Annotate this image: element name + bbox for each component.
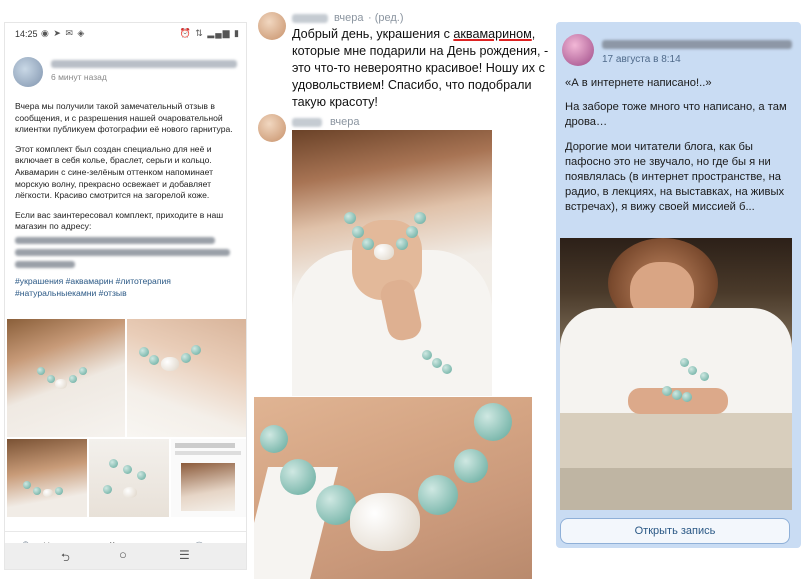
blog-post-panel: 17 августа в 8:14 «А в интернете написан… (556, 22, 801, 548)
post-time: 17 августа в 8:14 (602, 54, 681, 65)
post-paragraph-text: Если вас заинтересовал комплект, приходи… (15, 209, 224, 232)
post-paragraph: «А в интернете написано!..» (565, 77, 712, 89)
hashtag-links[interactable]: #украшения #аквамарин #литотерапия #нату… (15, 276, 241, 299)
post-body: «А в интернете написано!..» На заборе то… (565, 76, 797, 225)
photo-thumbnail[interactable] (127, 319, 246, 437)
highlighted-word: аквамарином (453, 27, 532, 41)
avatar[interactable] (13, 57, 43, 87)
post-paragraph: Если вас заинтересовал комплект, приходи… (15, 210, 241, 268)
address-blurred (15, 248, 230, 256)
photo-thumbnail[interactable] (171, 439, 246, 517)
recents-icon[interactable]: ☰ (179, 548, 190, 562)
status-bar: 14:25 ◉ ➤ ✉ ◈ ⏰ ⇅ ▂▄▆ ▮ (5, 23, 246, 45)
avatar[interactable] (562, 34, 594, 66)
avatar[interactable] (258, 114, 286, 142)
phone-post-panel: 14:25 ◉ ➤ ✉ ◈ ⏰ ⇅ ▂▄▆ ▮ 6 минут назад Вч… (4, 22, 247, 570)
post-paragraph: На заборе тоже много что написано, а там… (565, 101, 787, 129)
android-nav-bar: ⮌ ○ ☰ (5, 543, 246, 569)
comment-text: Добрый день, украшения с аквамарином, ко… (292, 26, 554, 111)
post-paragraph: Дорогие мои читатели блога, как бы пафос… (565, 140, 785, 214)
comment-time: вчера (330, 116, 360, 128)
post-paragraph: Вчера мы получили такой замечательный от… (15, 101, 233, 135)
open-post-button[interactable]: Открыть запись (560, 518, 790, 544)
commenter-name-blurred[interactable] (292, 14, 328, 23)
commenter-name-blurred[interactable] (292, 118, 322, 127)
author-name-blurred[interactable] (602, 40, 792, 49)
photo-thumbnail[interactable] (89, 439, 169, 517)
author-name-blurred[interactable] (51, 60, 237, 68)
photo-grid (7, 319, 246, 519)
system-icons: ⏰ ⇅ ▂▄▆ ▮ (179, 28, 240, 38)
post-header: 6 минут назад (13, 57, 241, 91)
status-time: 14:25 (15, 29, 38, 39)
post-paragraph: Этот комплект был создан специально для … (15, 143, 214, 201)
home-icon[interactable]: ○ (119, 547, 127, 562)
back-icon[interactable]: ⮌ (61, 549, 70, 568)
comment-time: вчера (334, 12, 364, 24)
edited-label: · (ред.) (368, 12, 404, 24)
comment-text-part: Добрый день, украшения с (292, 27, 454, 41)
photo-thumbnail[interactable] (7, 319, 125, 437)
post-time: 6 минут назад (51, 72, 107, 82)
photo-thumbnail[interactable] (7, 439, 87, 517)
notification-icons: ◉ ➤ ✉ ◈ (41, 28, 86, 38)
comment-photo[interactable] (292, 130, 492, 396)
avatar[interactable] (258, 12, 286, 40)
necklace-closeup-photo[interactable] (254, 397, 532, 579)
post-body: Вчера мы получили такой замечательный от… (15, 101, 241, 307)
address-blurred (15, 260, 75, 268)
address-blurred (15, 236, 215, 244)
post-photo[interactable] (560, 238, 792, 510)
